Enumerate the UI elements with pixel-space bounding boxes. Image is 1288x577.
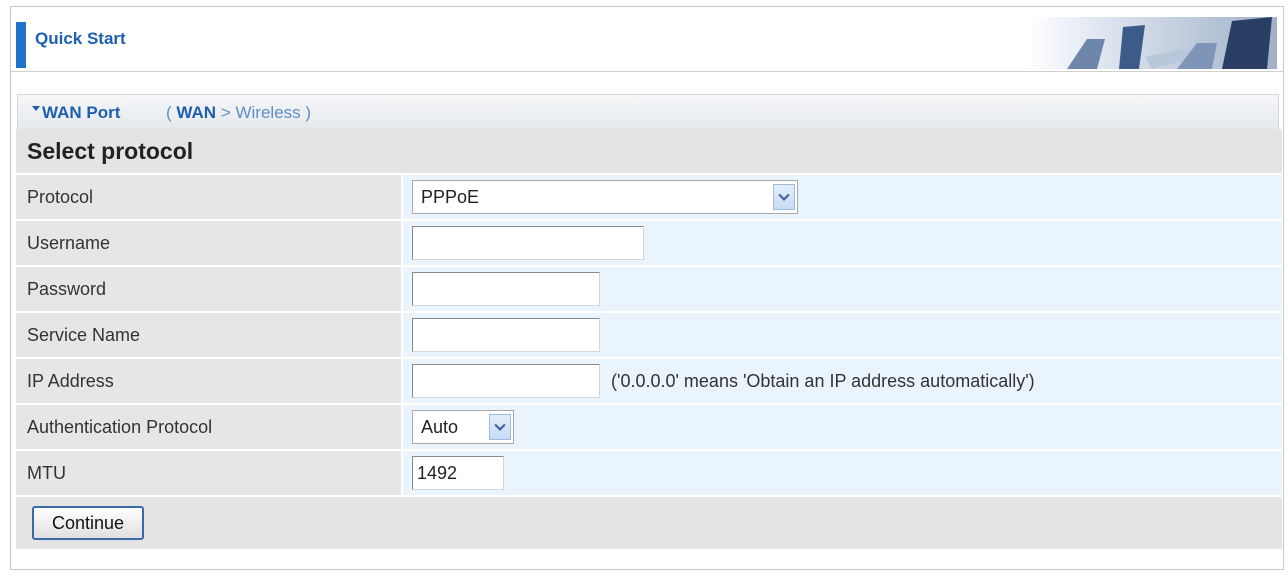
section-title: WAN Port <box>42 103 121 122</box>
form-row-service-name: Service Name <box>16 312 1282 359</box>
mtu-input[interactable] <box>412 456 504 490</box>
ip-address-label: IP Address <box>16 358 403 405</box>
username-input[interactable] <box>412 226 644 260</box>
form-heading: Select protocol <box>16 129 1282 175</box>
auth-protocol-label: Authentication Protocol <box>16 404 403 451</box>
page-header: Quick Start <box>11 7 1283 72</box>
form-row-protocol: Protocol PPPoE <box>16 174 1282 221</box>
service-name-label: Service Name <box>16 312 403 359</box>
chevron-down-icon[interactable] <box>489 414 511 440</box>
form-row-ip-address: IP Address ('0.0.0.0' means 'Obtain an I… <box>16 358 1282 405</box>
password-input[interactable] <box>412 272 600 306</box>
ip-address-input[interactable] <box>412 364 600 398</box>
breadcrumb-next: Wireless <box>235 103 301 122</box>
wan-port-section-bar: WAN Port ( WAN > Wireless ) <box>17 94 1279 132</box>
password-label: Password <box>16 266 403 313</box>
form-row-auth-protocol: Authentication Protocol Auto <box>16 404 1282 451</box>
collapse-arrow-icon[interactable] <box>32 106 40 111</box>
breadcrumb: ( WAN > Wireless ) <box>166 103 312 122</box>
auth-protocol-select-value: Auto <box>421 417 459 437</box>
protocol-select[interactable]: PPPoE <box>412 180 798 214</box>
office-chairs-banner-image <box>1027 17 1277 69</box>
form-row-username: Username <box>16 220 1282 267</box>
username-label: Username <box>16 220 403 267</box>
form-row-mtu: MTU <box>16 450 1282 497</box>
continue-button[interactable]: Continue <box>32 506 145 540</box>
protocol-form: Select protocol Protocol PPPoE Username … <box>16 129 1282 549</box>
protocol-select-value: PPPoE <box>421 187 480 207</box>
header-accent-bar <box>16 22 26 68</box>
page-title: Quick Start <box>35 29 126 48</box>
protocol-label: Protocol <box>16 174 403 221</box>
auth-protocol-select[interactable]: Auto <box>412 410 514 444</box>
chevron-down-icon[interactable] <box>773 184 795 210</box>
form-row-password: Password <box>16 266 1282 313</box>
service-name-input[interactable] <box>412 318 600 352</box>
breadcrumb-current: WAN <box>176 103 217 122</box>
ip-address-hint: ('0.0.0.0' means 'Obtain an IP address a… <box>611 370 1035 391</box>
mtu-label: MTU <box>16 450 403 497</box>
